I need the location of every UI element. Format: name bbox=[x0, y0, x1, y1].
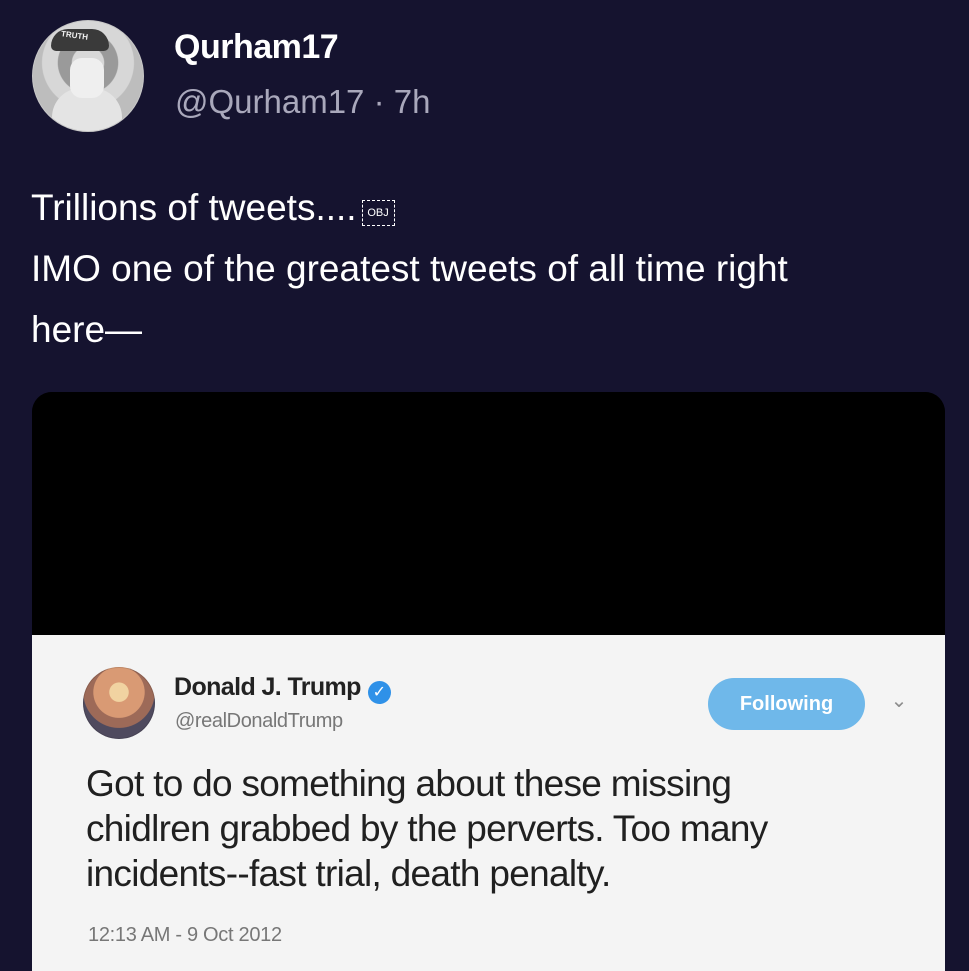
post-text-line-2: IMO one of the greatest tweets of all ti… bbox=[31, 248, 788, 289]
embedded-body-line-1: Got to do something about these missing bbox=[86, 763, 732, 804]
handle-time[interactable]: @Qurham17 · 7h bbox=[175, 80, 430, 124]
post-header: TRUTH Qurham17 @Qurham17 · 7h bbox=[32, 20, 932, 132]
post-text-line-1-text: Trillions of tweets.... bbox=[31, 187, 357, 228]
chevron-down-icon: ⌄ bbox=[890, 690, 908, 712]
embedded-body-line-3: incidents--fast trial, death penalty. bbox=[86, 853, 611, 894]
display-name[interactable]: Qurham17 bbox=[174, 25, 339, 69]
embedded-avatar bbox=[83, 667, 155, 739]
embedded-body-line-2: chidlren grabbed by the perverts. Too ma… bbox=[86, 808, 768, 849]
profile-avatar[interactable]: TRUTH bbox=[32, 20, 144, 132]
embedded-name-row: Donald J. Trump ✓ bbox=[174, 671, 391, 705]
embedded-handle: @realDonaldTrump bbox=[175, 710, 343, 732]
object-replacement-icon: OBJ bbox=[361, 200, 395, 226]
embedded-timestamp: 12:13 AM - 9 Oct 2012 bbox=[88, 924, 282, 946]
media-black-area bbox=[32, 392, 945, 635]
post-text-line-1: Trillions of tweets.... OBJ bbox=[31, 177, 931, 238]
embedded-tweet-screenshot: Donald J. Trump ✓ @realDonaldTrump Follow… bbox=[32, 635, 945, 971]
media-card[interactable]: Donald J. Trump ✓ @realDonaldTrump Follow… bbox=[32, 392, 945, 971]
embedded-display-name: Donald J. Trump bbox=[174, 673, 361, 701]
avatar-cap-text: TRUTH bbox=[60, 29, 89, 42]
post-text: Trillions of tweets.... OBJ IMO one of th… bbox=[31, 177, 931, 360]
verified-badge-icon: ✓ bbox=[367, 681, 391, 704]
embedded-tweet-body: Got to do something about these missing … bbox=[86, 761, 906, 896]
following-button: Following bbox=[708, 678, 865, 730]
post-text-line-3: here— bbox=[31, 309, 143, 350]
